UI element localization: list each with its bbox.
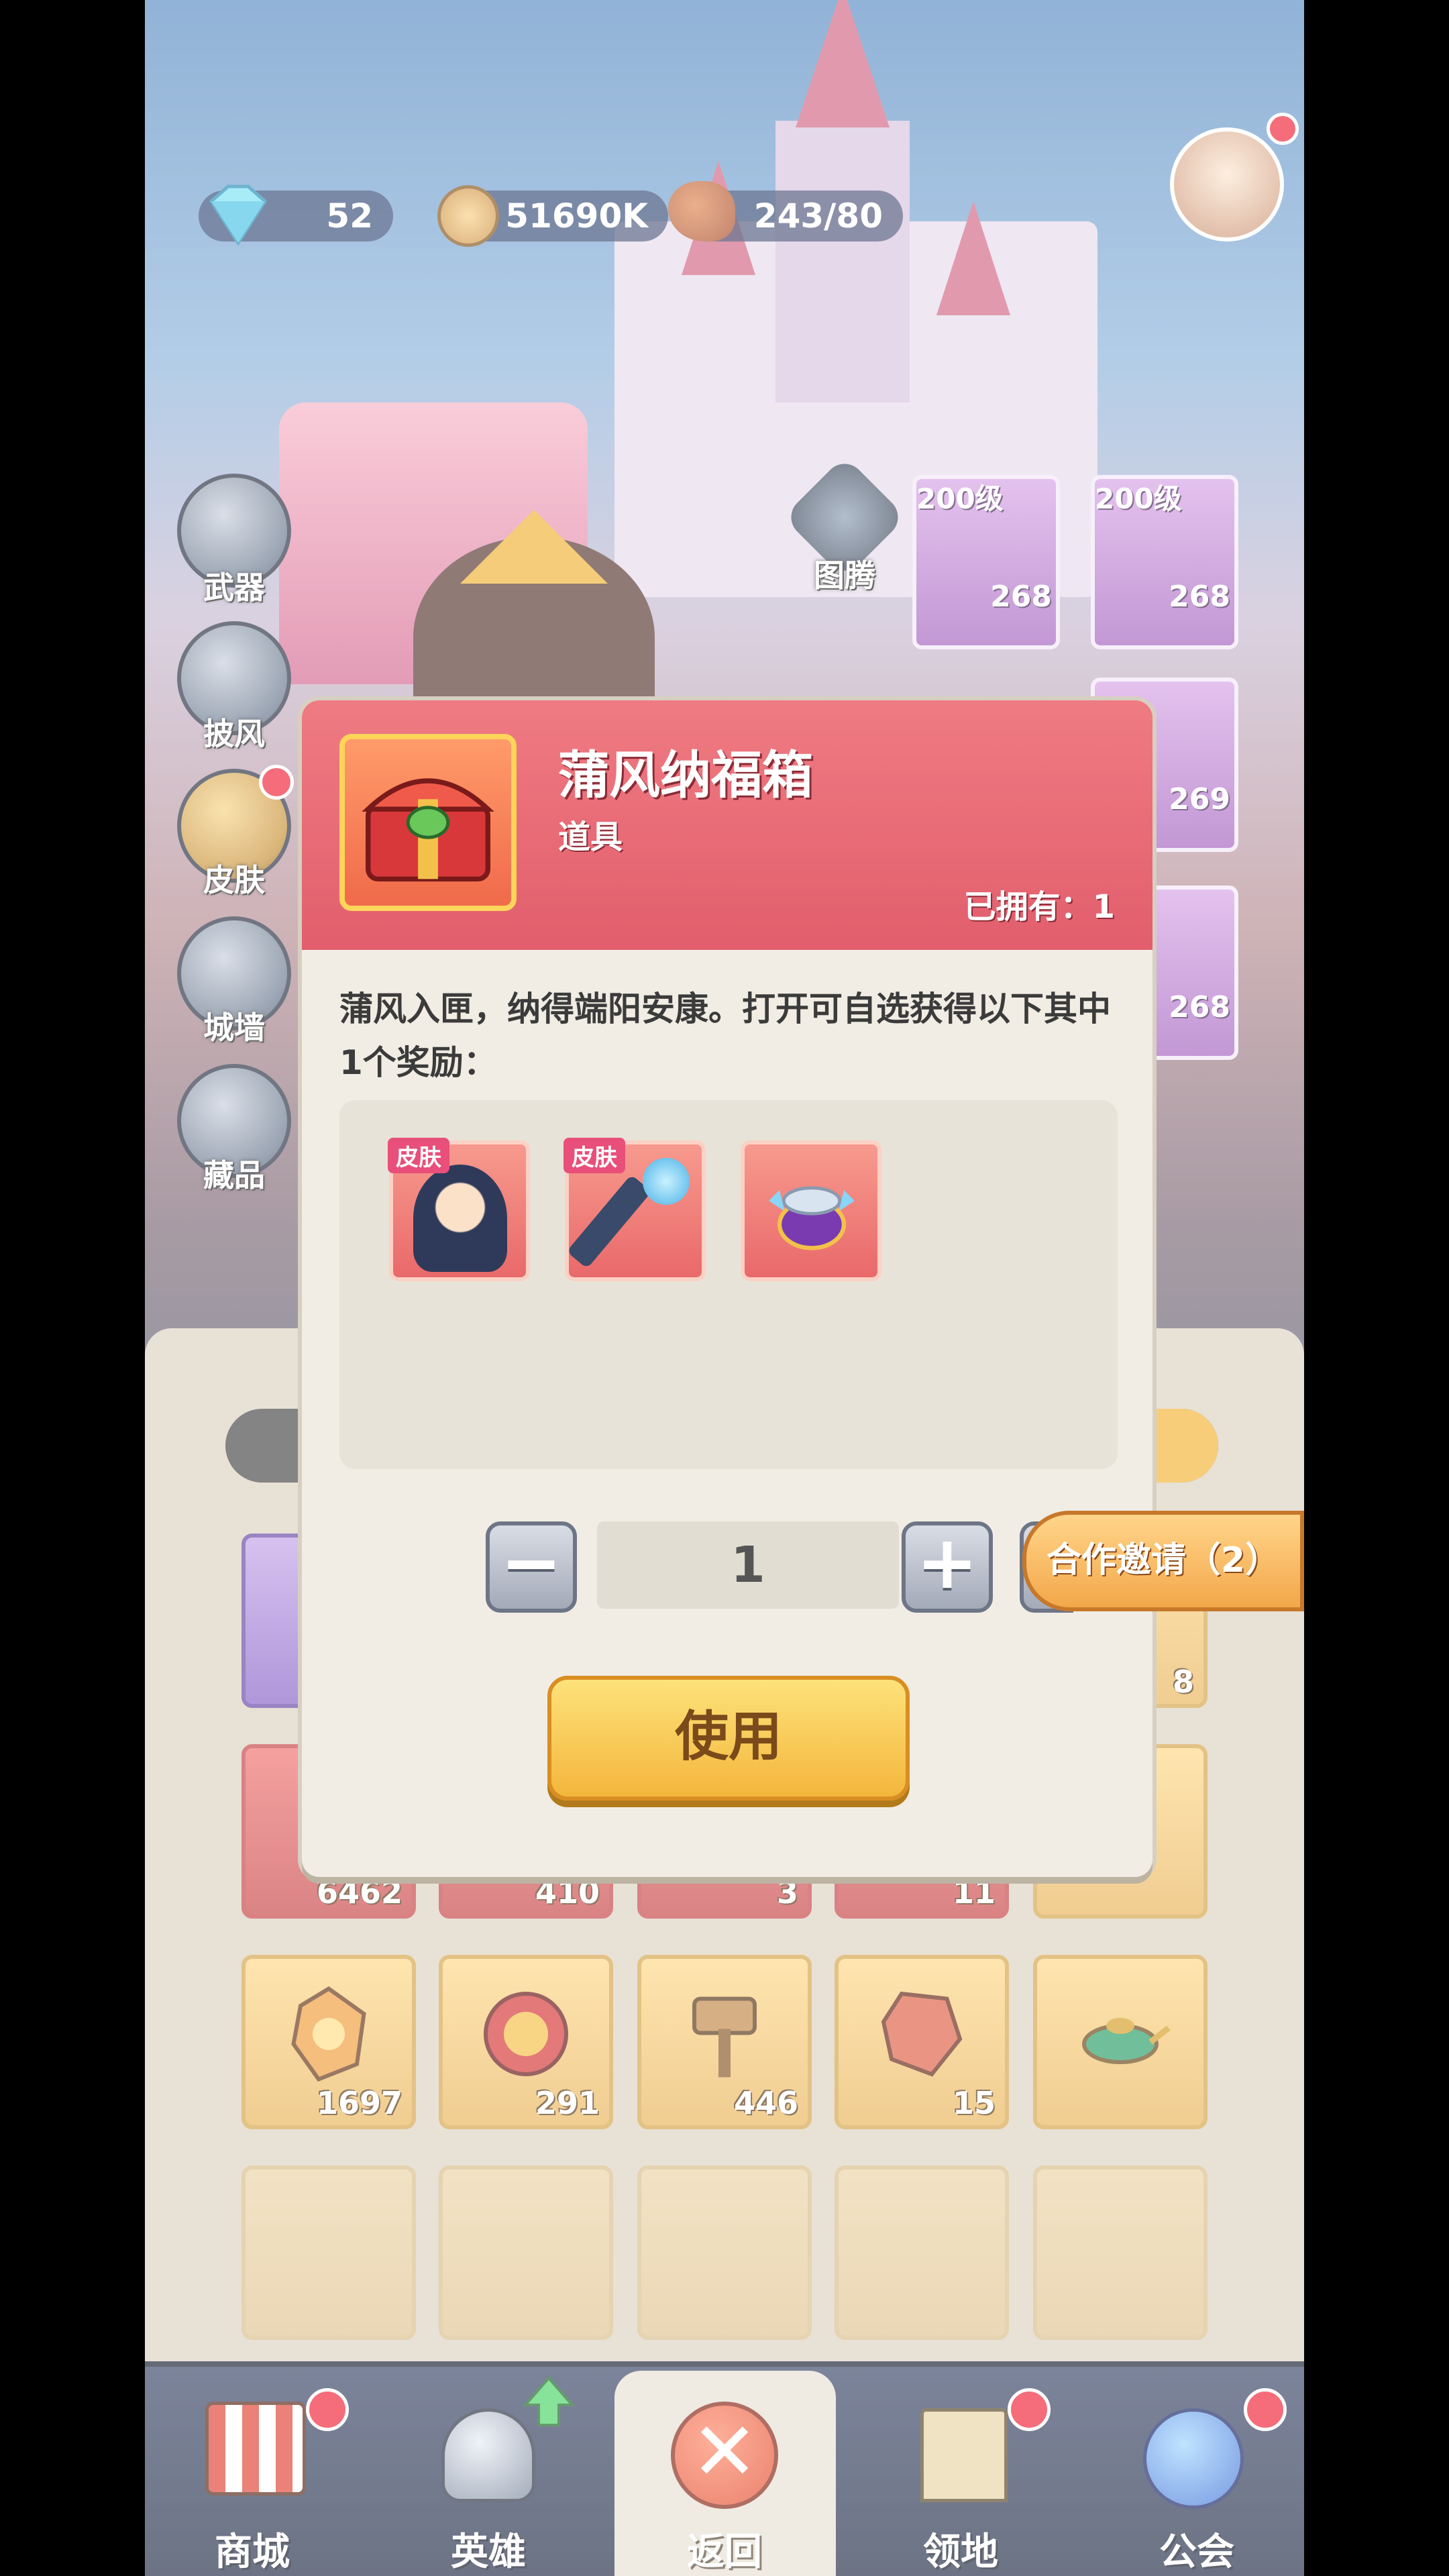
reward-item[interactable]: 皮肤 [388, 1138, 530, 1281]
item-icon [339, 734, 517, 911]
game-screen: 52 51690K 243/80 武器 披风 皮肤 城墙 藏品 图腾 200级 … [145, 0, 1304, 2576]
item-description: 蒲风入匣，纳得端阳安康。打开可自选获得以下其中1个奖励： [339, 989, 1111, 1082]
item-owned-count: 已拥有：1 [963, 888, 1115, 926]
use-button[interactable]: 使用 [547, 1676, 910, 1801]
skin-tag: 皮肤 [388, 1138, 449, 1173]
treasure-chest-icon [362, 778, 494, 882]
ice-orb-icon [643, 1158, 690, 1205]
item-type: 道具 [558, 818, 623, 856]
reward-item[interactable] [741, 1140, 881, 1281]
decrease-quantity-button[interactable]: − [486, 1521, 577, 1613]
treasure-pot-icon [769, 1186, 855, 1250]
item-detail-dialog: 蒲风纳福箱 道具 已拥有：1 蒲风入匣，纳得端阳安康。打开可自选获得以下其中1个… [302, 700, 1152, 1877]
quantity-value[interactable]: 1 [597, 1521, 899, 1609]
weapon-skin-icon [566, 1174, 652, 1269]
increase-quantity-button[interactable]: + [902, 1521, 993, 1613]
skin-tag: 皮肤 [564, 1138, 625, 1173]
reward-item[interactable]: 皮肤 [564, 1138, 706, 1281]
coop-invite-button[interactable]: 合作邀请（2） [1022, 1511, 1304, 1611]
hero-portrait-icon [413, 1165, 507, 1272]
item-name: 蒲风纳福箱 [558, 745, 813, 805]
